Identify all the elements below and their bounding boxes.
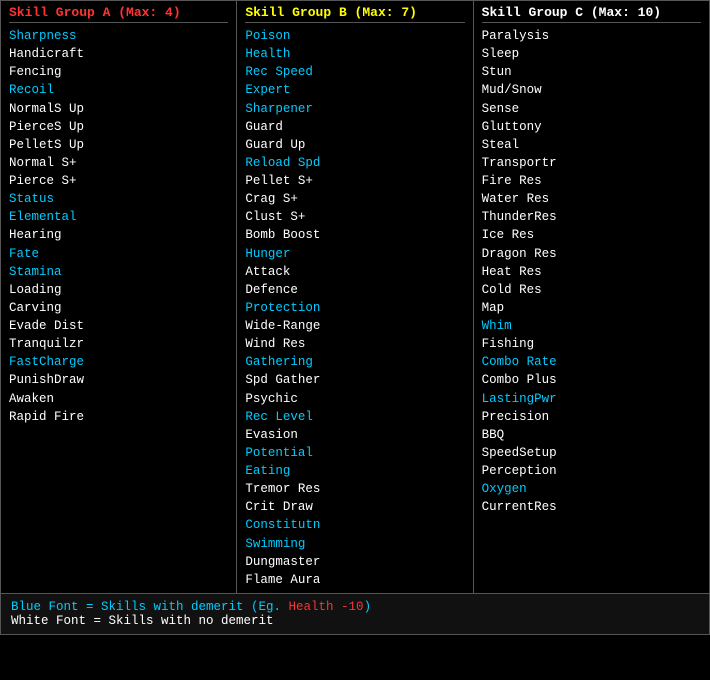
skill-item: NormalS Up <box>9 100 228 118</box>
skill-item: Mud/Snow <box>482 81 701 99</box>
skill-item: Spd Gather <box>245 371 464 389</box>
skill-item: Expert <box>245 81 464 99</box>
column-header-b: Skill Group B (Max: 7) <box>245 5 464 23</box>
skill-item: Wind Res <box>245 335 464 353</box>
footer-line1: Blue Font = Skills with demerit (Eg. Hea… <box>11 600 699 614</box>
skill-item: Fencing <box>9 63 228 81</box>
footer-line1-prefix: Blue Font = Skills with demerit (Eg. <box>11 600 289 614</box>
skill-item: Defence <box>245 281 464 299</box>
skill-item: Whim <box>482 317 701 335</box>
footer: Blue Font = Skills with demerit (Eg. Hea… <box>0 594 710 635</box>
skill-item: Dungmaster <box>245 553 464 571</box>
skill-item: Cold Res <box>482 281 701 299</box>
column-header-a: Skill Group A (Max: 4) <box>9 5 228 23</box>
skill-item: Perception <box>482 462 701 480</box>
skill-item: Carving <box>9 299 228 317</box>
columns-wrapper: Skill Group A (Max: 4) SharpnessHandicraf… <box>0 0 710 594</box>
skill-item: Attack <box>245 263 464 281</box>
skill-item: Heat Res <box>482 263 701 281</box>
skill-item: Reload Spd <box>245 154 464 172</box>
skill-item: Bomb Boost <box>245 226 464 244</box>
skill-item: PunishDraw <box>9 371 228 389</box>
skill-column-a: Skill Group A (Max: 4) SharpnessHandicraf… <box>1 1 237 593</box>
skill-item: ThunderRes <box>482 208 701 226</box>
skill-item: Fire Res <box>482 172 701 190</box>
skill-item: Paralysis <box>482 27 701 45</box>
skill-item: Swimming <box>245 535 464 553</box>
skill-item: Ice Res <box>482 226 701 244</box>
skill-item: Health <box>245 45 464 63</box>
skill-item: Guard Up <box>245 136 464 154</box>
skill-item: Protection <box>245 299 464 317</box>
skill-item: Stamina <box>9 263 228 281</box>
skill-item: CurrentRes <box>482 498 701 516</box>
skill-item: Water Res <box>482 190 701 208</box>
skill-item: Sleep <box>482 45 701 63</box>
skill-item: Hunger <box>245 245 464 263</box>
skill-item: Rec Speed <box>245 63 464 81</box>
skill-item: Constitutn <box>245 516 464 534</box>
skill-item: Tremor Res <box>245 480 464 498</box>
main-container: Skill Group A (Max: 4) SharpnessHandicraf… <box>0 0 710 635</box>
skill-item: Poison <box>245 27 464 45</box>
skill-item: PierceS Up <box>9 118 228 136</box>
skill-item: Hearing <box>9 226 228 244</box>
skill-column-b: Skill Group B (Max: 7) PoisonHealthRec Sp… <box>237 1 473 593</box>
skill-item: Dragon Res <box>482 245 701 263</box>
skill-item: BBQ <box>482 426 701 444</box>
skill-item: Pierce S+ <box>9 172 228 190</box>
skill-item: Gluttony <box>482 118 701 136</box>
skill-item: Guard <box>245 118 464 136</box>
skill-item: Evade Dist <box>9 317 228 335</box>
footer-health-example: Health -10 <box>289 600 364 614</box>
skill-item: Crag S+ <box>245 190 464 208</box>
skill-item: Elemental <box>9 208 228 226</box>
skill-item: Rec Level <box>245 408 464 426</box>
skill-item: Sense <box>482 100 701 118</box>
skill-item: Transportr <box>482 154 701 172</box>
skill-item: Fate <box>9 245 228 263</box>
footer-line1-suffix: ) <box>364 600 372 614</box>
skill-item: Sharpener <box>245 100 464 118</box>
skill-item: LastingPwr <box>482 390 701 408</box>
skill-item: Steal <box>482 136 701 154</box>
skill-item: Wide-Range <box>245 317 464 335</box>
skill-item: PelletS Up <box>9 136 228 154</box>
skill-item: Gathering <box>245 353 464 371</box>
skill-item: Crit Draw <box>245 498 464 516</box>
skill-item: FastCharge <box>9 353 228 371</box>
skill-column-c: Skill Group C (Max: 10) ParalysisSleepStu… <box>474 1 709 593</box>
skill-item: Precision <box>482 408 701 426</box>
skill-item: Rapid Fire <box>9 408 228 426</box>
skill-item: Tranquilzr <box>9 335 228 353</box>
skill-item: Oxygen <box>482 480 701 498</box>
skill-item: Pellet S+ <box>245 172 464 190</box>
skill-item: Map <box>482 299 701 317</box>
column-header-c: Skill Group C (Max: 10) <box>482 5 701 23</box>
skill-item: SpeedSetup <box>482 444 701 462</box>
skill-item: Eating <box>245 462 464 480</box>
skill-item: Evasion <box>245 426 464 444</box>
skill-item: Normal S+ <box>9 154 228 172</box>
skill-item: Clust S+ <box>245 208 464 226</box>
skill-item: Potential <box>245 444 464 462</box>
skill-item: Awaken <box>9 390 228 408</box>
skill-item: Recoil <box>9 81 228 99</box>
skill-item: Stun <box>482 63 701 81</box>
skill-item: Status <box>9 190 228 208</box>
skill-item: Fishing <box>482 335 701 353</box>
skill-item: Handicraft <box>9 45 228 63</box>
skill-item: Loading <box>9 281 228 299</box>
footer-line2: White Font = Skills with no demerit <box>11 614 699 628</box>
skill-item: Sharpness <box>9 27 228 45</box>
skill-item: Combo Rate <box>482 353 701 371</box>
skill-item: Flame Aura <box>245 571 464 589</box>
skill-item: Combo Plus <box>482 371 701 389</box>
skill-item: Psychic <box>245 390 464 408</box>
